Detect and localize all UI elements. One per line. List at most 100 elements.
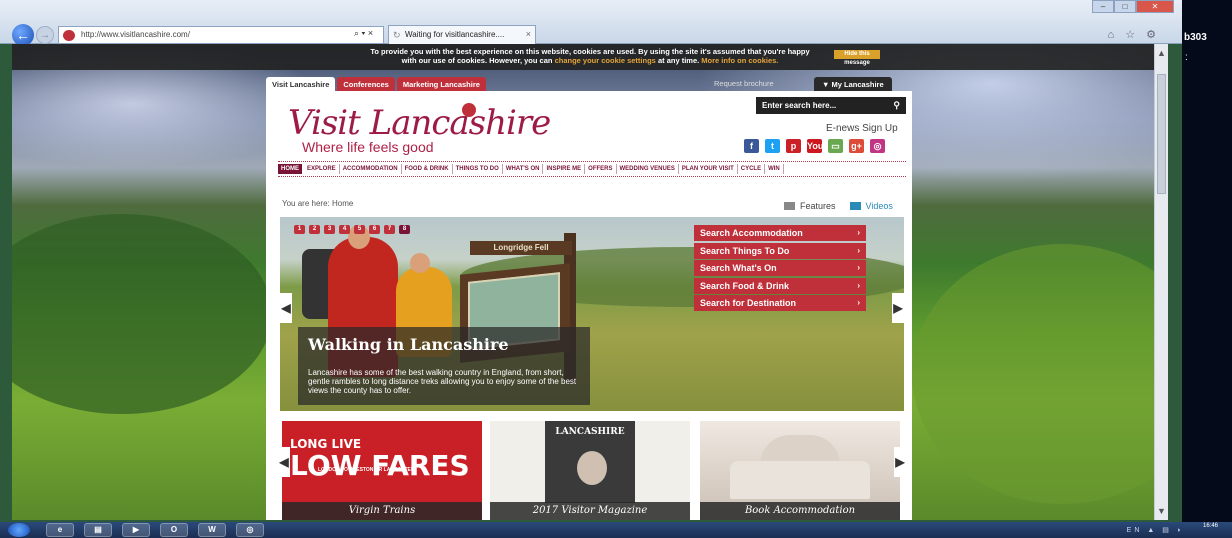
hide-message-button[interactable]: Hide this message [834, 50, 880, 66]
slider-dots: 12345678 [294, 225, 414, 234]
slider-dot[interactable]: 2 [309, 225, 320, 234]
cards-next-button[interactable]: ▶ [894, 447, 906, 477]
social-icon-2[interactable]: p [786, 139, 801, 153]
folder-icon[interactable]: ▤ [84, 523, 112, 537]
features-label: Features [800, 201, 836, 211]
social-icon-0[interactable]: f [744, 139, 759, 153]
site-tagline: Where life feels good [302, 139, 434, 155]
search-menu-item[interactable]: Search What's On › [694, 260, 866, 276]
maximize-button[interactable]: □ [1114, 0, 1136, 13]
nav-item-food-drink[interactable]: FOOD & DRINK [402, 164, 453, 174]
site-logo[interactable]: Visit Lancashire [288, 103, 551, 143]
word-icon[interactable]: W [198, 523, 226, 537]
media-player-icon[interactable]: ▶ [122, 523, 150, 537]
hero-caption: Walking in Lancashire Lancashire has som… [298, 327, 590, 405]
chevron-right-icon: › [857, 280, 860, 290]
chevron-right-icon: › [857, 228, 860, 237]
tab-close-icon[interactable]: × [526, 29, 531, 39]
address-controls[interactable]: ⌕ ▾ × [354, 28, 373, 39]
card-virgin-trains[interactable]: LONG LIVE LOW FARES LONDON TO PRESTON OR… [282, 421, 482, 520]
scroll-thumb[interactable] [1157, 74, 1166, 194]
request-brochure-link[interactable]: Request brochure [714, 79, 774, 88]
card-label: Book Accommodation [700, 502, 900, 520]
slider-dot[interactable]: 3 [324, 225, 335, 234]
slider-next-button[interactable]: ▶ [892, 293, 904, 323]
search-menu-item[interactable]: Search Accommodation › [694, 225, 866, 241]
search-menu-item[interactable]: Search for Destination › [694, 295, 866, 311]
nav-item-things-to-do[interactable]: THINGS TO DO [453, 164, 503, 174]
slider-dot[interactable]: 7 [384, 225, 395, 234]
social-icon-3[interactable]: You [807, 139, 823, 153]
browser-tab[interactable]: ↻ Waiting for visitlancashire.... × [388, 25, 536, 44]
window-controls: – □ ✕ [1092, 0, 1174, 14]
slider-dot[interactable]: 5 [354, 225, 365, 234]
social-icon-6[interactable]: ◎ [870, 139, 885, 153]
nav-item-home[interactable]: HOME [278, 164, 302, 174]
nav-item-accommodation[interactable]: ACCOMMODATION [340, 164, 402, 174]
rose-logo-icon [462, 103, 476, 117]
slider-dot[interactable]: 1 [294, 225, 305, 234]
magazine-cover-face [577, 451, 607, 485]
tab-marketing-lancashire[interactable]: Marketing Lancashire [396, 77, 486, 91]
cards-prev-button[interactable]: ◀ [278, 447, 290, 477]
social-icon-5[interactable]: g+ [849, 139, 864, 153]
nav-item-wedding-venues[interactable]: WEDDING VENUES [617, 164, 679, 174]
slider-dot[interactable]: 6 [369, 225, 380, 234]
hero-slider: Longridge Fell 12345678 Walking in Lanca… [280, 217, 904, 411]
card-book-accommodation[interactable]: Book Accommodation [700, 421, 900, 520]
page-scrollbar[interactable]: ▲ ▼ [1154, 44, 1168, 520]
feature-cards: LONG LIVE LOW FARES LONDON TO PRESTON OR… [278, 421, 906, 520]
ie-icon[interactable]: e [46, 523, 74, 537]
card-visitor-magazine[interactable]: LANCASHIRE 2017 Visitor Magazine [490, 421, 690, 520]
nav-item-inspire-me[interactable]: INSPIRE ME [543, 164, 586, 174]
nav-item-cycle[interactable]: CYCLE [738, 164, 766, 174]
videos-toggle[interactable]: Videos [849, 201, 893, 211]
back-button[interactable]: ← [12, 24, 34, 46]
search-menu-item[interactable]: Search Things To Do › [694, 242, 866, 259]
search-menu-label: Search Accommodation [700, 228, 803, 238]
hero-title[interactable]: Walking in Lancashire [308, 335, 580, 354]
enews-signup-link[interactable]: E-news Sign Up [826, 123, 898, 134]
app-icon[interactable]: ◎ [236, 523, 264, 537]
address-bar[interactable]: http://www.visitlancashire.com/ [58, 26, 384, 44]
tab-conferences[interactable]: Conferences [337, 77, 395, 91]
nav-item-offers[interactable]: OFFERS [585, 164, 617, 174]
slider-dot[interactable]: 4 [339, 225, 350, 234]
nav-item-what-s-on[interactable]: WHAT'S ON [503, 164, 544, 174]
chevron-right-icon: › [857, 298, 860, 307]
slider-dot[interactable]: 8 [399, 225, 410, 234]
image-icon [784, 202, 795, 210]
scroll-down-icon[interactable]: ▼ [1157, 506, 1166, 516]
search-icon[interactable]: ⚲ [893, 100, 900, 111]
cookie-info-link[interactable]: More info on cookies. [701, 56, 778, 65]
social-icon-4[interactable]: ▭ [828, 139, 843, 153]
address-url: http://www.visitlancashire.com/ [81, 30, 190, 39]
clock[interactable]: 16:46 [1203, 523, 1218, 530]
features-toggle[interactable]: Features [784, 201, 836, 211]
site-tabs: Visit Lancashire Conferences Marketing L… [266, 77, 488, 91]
start-button[interactable] [8, 523, 30, 537]
my-lancashire-label: My Lancashire [831, 80, 884, 89]
forward-button[interactable]: → [36, 26, 54, 44]
tab-visit-lancashire[interactable]: Visit Lancashire [266, 77, 336, 91]
cookie-settings-link[interactable]: change your cookie settings [555, 56, 656, 65]
search-menu-item[interactable]: Search Food & Drink › [694, 277, 866, 294]
browser-chrome: ← → http://www.visitlancashire.com/ ⌕ ▾ … [0, 0, 1182, 46]
side-colon: : [1185, 52, 1188, 63]
nav-item-win[interactable]: WIN [765, 164, 784, 174]
site-container: Visit Lancashire Where life feels good E… [266, 91, 912, 520]
nav-item-plan-your-visit[interactable]: PLAN YOUR VISIT [679, 164, 738, 174]
slider-prev-button[interactable]: ◀ [280, 293, 292, 323]
my-lancashire-button[interactable]: ▼ My Lancashire [814, 77, 892, 91]
social-links: f t p You ▭ g+ ◎ [744, 139, 891, 153]
home-favorites-settings-icon[interactable]: ⌂ ☆ ⚙ [1108, 28, 1160, 41]
search-input[interactable]: Enter search here... ⚲ [756, 97, 906, 114]
nav-item-explore[interactable]: EXPLORE [304, 164, 340, 174]
minimize-button[interactable]: – [1092, 0, 1114, 13]
scroll-up-icon[interactable]: ▲ [1157, 48, 1166, 58]
close-window-button[interactable]: ✕ [1136, 0, 1174, 13]
system-tray[interactable]: EN ▲ ▤ ◗ [1127, 526, 1184, 534]
search-menu-label: Search Food & Drink [700, 280, 790, 291]
outlook-icon[interactable]: O [160, 523, 188, 537]
social-icon-1[interactable]: t [765, 139, 780, 153]
